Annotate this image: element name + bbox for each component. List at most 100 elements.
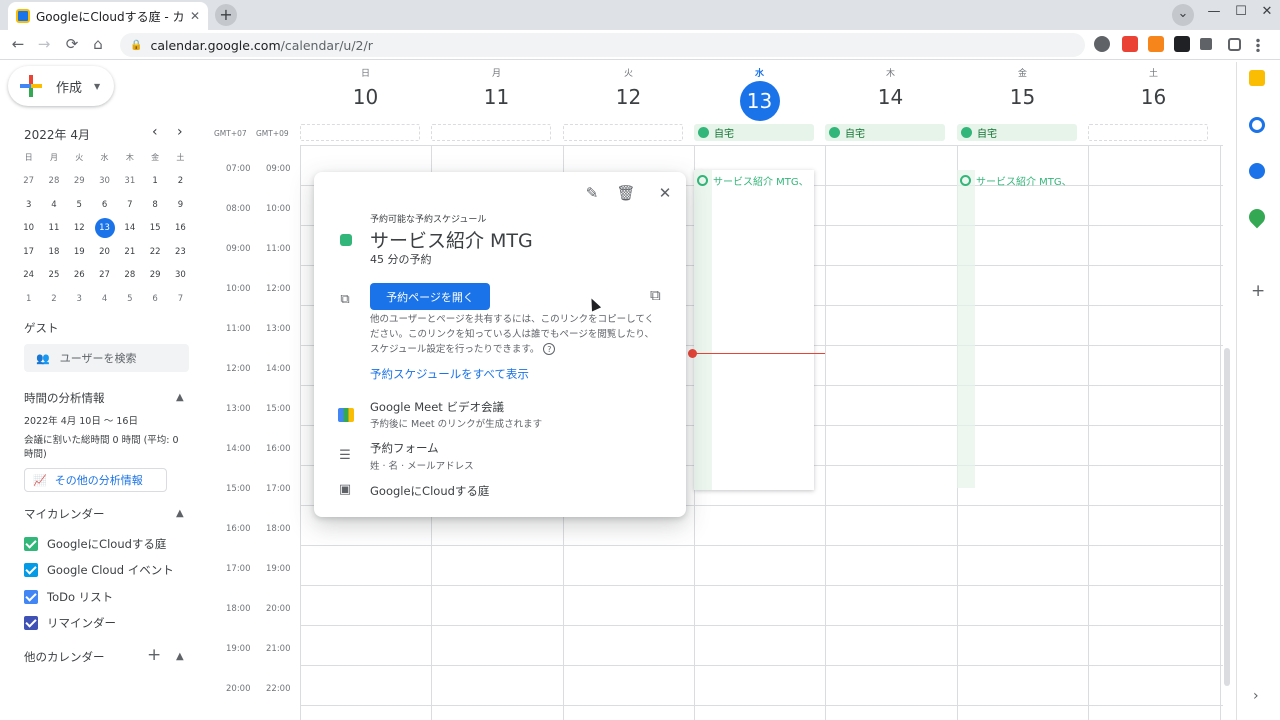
minimize-button[interactable]: —	[1203, 4, 1225, 19]
mini-day[interactable]: 10	[16, 223, 41, 233]
allday-slot[interactable]	[1088, 124, 1208, 141]
mini-day[interactable]: 2	[41, 294, 66, 304]
mini-day[interactable]: 7	[117, 200, 142, 210]
day-date[interactable]: 10	[300, 85, 431, 109]
close-window-button[interactable]: ✕	[1256, 4, 1278, 19]
open-booking-page-button[interactable]: 予約ページを開く	[370, 283, 490, 310]
day-date[interactable]: 11	[431, 85, 562, 109]
mini-day[interactable]: 21	[117, 247, 142, 257]
mail-extension-icon[interactable]	[1122, 36, 1138, 52]
mini-day[interactable]: 6	[92, 200, 117, 210]
mini-day[interactable]: 14	[117, 223, 142, 233]
mini-day[interactable]: 30	[92, 176, 117, 186]
help-icon[interactable]: ?	[543, 343, 556, 355]
metamask-extension-icon[interactable]	[1148, 36, 1164, 52]
mini-calendar-next-button[interactable]: ›	[177, 124, 183, 140]
view-all-schedules-link[interactable]: 予約スケジュールをすべて表示	[370, 366, 529, 382]
guest-search-input[interactable]: 👥 ユーザーを検索	[24, 344, 189, 372]
calendar-item[interactable]: Google Cloud イベント	[24, 562, 174, 578]
allday-event-home[interactable]: 自宅	[694, 124, 814, 141]
mini-day[interactable]: 9	[168, 200, 193, 210]
calendar-item[interactable]: ToDo リスト	[24, 589, 113, 605]
analytics-collapse-chevron-icon[interactable]: ▲	[176, 392, 184, 403]
more-analytics-button[interactable]: 📈 その他の分析情報	[24, 468, 167, 492]
close-popup-icon[interactable]: ✕	[655, 184, 675, 202]
mini-day[interactable]: 15	[142, 223, 167, 233]
mini-day[interactable]: 18	[41, 247, 66, 257]
mini-calendar-prev-button[interactable]: ‹	[152, 124, 158, 140]
profile-extension-icon[interactable]	[1094, 36, 1110, 52]
day-date[interactable]: 15	[957, 85, 1088, 109]
mini-day[interactable]: 19	[67, 247, 92, 257]
maximize-button[interactable]: ☐	[1230, 4, 1252, 19]
mini-day[interactable]: 1	[142, 176, 167, 186]
other-calendars-collapse-chevron-icon[interactable]: ▲	[176, 651, 184, 662]
mini-day[interactable]: 20	[92, 247, 117, 257]
address-bar[interactable]: 🔒 calendar.google.com/calendar/u/2/r	[120, 33, 1085, 57]
day-header[interactable]: 火 12	[563, 66, 694, 109]
mini-day[interactable]: 5	[117, 294, 142, 304]
mini-day[interactable]: 3	[16, 200, 41, 210]
calendar-checkbox[interactable]	[24, 563, 38, 577]
mini-day[interactable]: 22	[142, 247, 167, 257]
mini-day[interactable]: 24	[16, 270, 41, 280]
mini-day[interactable]: 3	[67, 294, 92, 304]
grid-scrollbar[interactable]	[1224, 348, 1230, 686]
mini-day[interactable]: 31	[117, 176, 142, 186]
allday-slot[interactable]	[300, 124, 420, 141]
mini-day[interactable]: 29	[142, 270, 167, 280]
mini-day[interactable]: 7	[168, 294, 193, 304]
keep-icon[interactable]	[1249, 70, 1265, 86]
c-extension-icon[interactable]	[1174, 36, 1190, 52]
allday-event-home[interactable]: 自宅	[957, 124, 1077, 141]
mini-day[interactable]: 30	[168, 270, 193, 280]
delete-trash-icon[interactable]: 🗑	[616, 184, 636, 202]
mini-day[interactable]: 26	[67, 270, 92, 280]
copy-link-icon[interactable]: ⧉	[650, 286, 661, 304]
mini-day[interactable]: 1	[16, 294, 41, 304]
calendar-checkbox[interactable]	[24, 616, 38, 630]
allday-slot[interactable]	[431, 124, 551, 141]
mini-day[interactable]: 6	[142, 294, 167, 304]
mini-day[interactable]: 29	[67, 176, 92, 186]
contacts-icon[interactable]	[1249, 163, 1265, 179]
home-button[interactable]: ⌂	[88, 35, 108, 53]
create-button[interactable]: 作成 ▼	[8, 66, 114, 106]
day-header[interactable]: 木 14	[825, 66, 956, 109]
mini-day[interactable]: 5	[67, 200, 92, 210]
extensions-puzzle-icon[interactable]	[1200, 38, 1212, 50]
slot-event-fri[interactable]: サービス紹介 MTG、	[960, 173, 1072, 188]
side-panel-icon[interactable]	[1228, 38, 1241, 51]
allday-event-home[interactable]: 自宅	[825, 124, 945, 141]
new-tab-button[interactable]: +	[215, 4, 237, 26]
forward-button[interactable]: →	[34, 35, 54, 53]
calendar-item[interactable]: リマインダー	[24, 615, 116, 631]
mini-day[interactable]: 2	[168, 176, 193, 186]
mini-day[interactable]: 27	[92, 270, 117, 280]
mini-day[interactable]: 28	[41, 176, 66, 186]
day-date[interactable]: 14	[825, 85, 956, 109]
day-header[interactable]: 水 13	[694, 66, 825, 121]
mini-day[interactable]: 8	[142, 200, 167, 210]
day-header[interactable]: 月 11	[431, 66, 562, 109]
mini-day[interactable]: 23	[168, 247, 193, 257]
allday-slot[interactable]	[563, 124, 683, 141]
mini-day[interactable]: 11	[41, 223, 66, 233]
day-header[interactable]: 土 16	[1088, 66, 1219, 109]
tab-close-icon[interactable]: ✕	[190, 9, 200, 23]
add-addon-button[interactable]: +	[1251, 281, 1265, 301]
mini-day[interactable]: 4	[41, 200, 66, 210]
mini-day[interactable]: 13	[92, 218, 117, 239]
add-calendar-button[interactable]: +	[147, 645, 161, 665]
tab-search-chevron-icon[interactable]: ⌄	[1172, 4, 1194, 26]
mini-day[interactable]: 4	[92, 294, 117, 304]
menu-kebab-icon[interactable]	[1256, 38, 1260, 52]
mini-day[interactable]: 12	[67, 223, 92, 233]
day-date[interactable]: 16	[1088, 85, 1219, 109]
expand-panel-chevron-icon[interactable]: ›	[1253, 688, 1259, 704]
day-date[interactable]: 12	[563, 85, 694, 109]
reload-button[interactable]: ⟳	[62, 35, 82, 53]
mini-day[interactable]: 28	[117, 270, 142, 280]
mini-day[interactable]: 16	[168, 223, 193, 233]
calendar-checkbox[interactable]	[24, 537, 38, 551]
